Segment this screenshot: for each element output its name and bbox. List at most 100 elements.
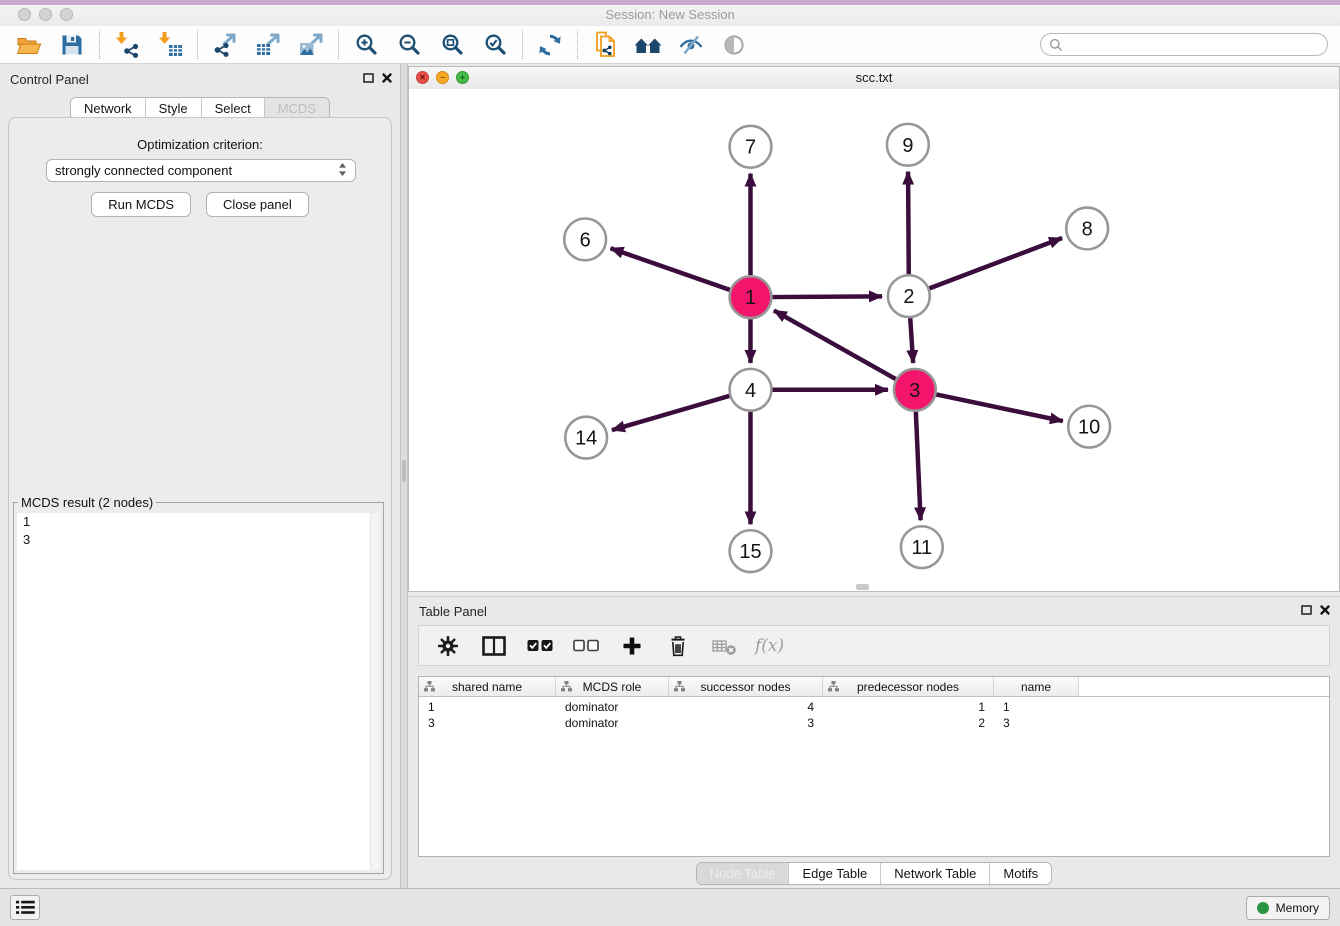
table-row[interactable]: 1dominator411	[419, 699, 1329, 715]
graph-node-label: 11	[911, 537, 932, 559]
network-window-titlebar[interactable]: ✕ − + scc.txt	[409, 67, 1339, 90]
optimization-criterion-dropdown[interactable]: strongly connected component	[46, 159, 356, 182]
graph-edge-3-1[interactable]	[774, 310, 896, 379]
save-session-icon[interactable]	[57, 30, 87, 60]
close-panel-icon[interactable]	[382, 70, 392, 88]
tab-network-table[interactable]: Network Table	[880, 863, 989, 884]
graph-node-label: 14	[575, 428, 597, 450]
table-panel-title: Table Panel	[419, 604, 487, 619]
graph-node-label: 6	[580, 229, 591, 251]
show-all-icon	[719, 30, 749, 60]
graph-edge-2-8[interactable]	[929, 238, 1062, 288]
search-input[interactable]	[1040, 33, 1328, 56]
table-cell: 1	[994, 700, 1079, 714]
dropdown-stepper-icon	[338, 162, 347, 180]
task-history-button[interactable]	[10, 895, 40, 920]
create-column-icon[interactable]	[617, 631, 647, 661]
graph-node-label: 8	[1082, 218, 1093, 240]
export-network-icon[interactable]	[210, 30, 240, 60]
panel-divider[interactable]	[400, 64, 408, 888]
column-header-name[interactable]: name	[994, 677, 1079, 696]
network-zoom-button[interactable]: +	[456, 71, 469, 84]
refresh-view-icon[interactable]	[535, 30, 565, 60]
titlebar-accent	[0, 0, 1340, 5]
column-header-predecessor-nodes[interactable]: predecessor nodes	[823, 677, 994, 696]
main-toolbar	[0, 26, 1340, 64]
new-network-from-selection-icon[interactable]	[590, 30, 620, 60]
fit-content-icon[interactable]	[437, 30, 467, 60]
result-scrollbar[interactable]	[370, 513, 380, 870]
table-cell: 1	[823, 700, 994, 714]
float-panel-icon[interactable]	[363, 70, 374, 88]
close-panel-button[interactable]: Close panel	[206, 192, 309, 217]
import-table-icon[interactable]	[155, 30, 185, 60]
table-row[interactable]: 3dominator323	[419, 715, 1329, 731]
graph-node-label: 1	[745, 287, 756, 309]
memory-button[interactable]: Memory	[1246, 896, 1330, 920]
control-panel-title: Control Panel	[10, 72, 89, 87]
graph-edge-1-6[interactable]	[611, 248, 730, 290]
column-header-label: name	[1021, 680, 1051, 694]
network-minimize-button[interactable]: −	[436, 71, 449, 84]
mcds-result-textarea[interactable]: 1 3	[17, 513, 380, 870]
table-panel-header: Table Panel	[419, 601, 1330, 621]
column-type-icon	[674, 681, 685, 692]
table-cell: 1	[419, 700, 556, 714]
zoom-selected-icon[interactable]	[480, 30, 510, 60]
graph-edge-2-9[interactable]	[908, 172, 909, 275]
first-neighbors-icon[interactable]	[633, 30, 663, 60]
mcds-result-group: MCDS result (2 nodes) 1 3	[13, 495, 384, 874]
divider-handle[interactable]	[402, 460, 406, 482]
graph-edge-2-3[interactable]	[910, 318, 913, 363]
network-window: ✕ − + scc.txt 7968124314101511	[408, 66, 1340, 592]
graph-svg: 7968124314101511	[409, 89, 1339, 591]
close-panel-icon[interactable]	[1320, 602, 1330, 620]
network-close-button[interactable]: ✕	[416, 71, 429, 84]
tab-network[interactable]: Network	[71, 98, 145, 119]
tab-style[interactable]: Style	[145, 98, 201, 119]
run-mcds-button[interactable]: Run MCDS	[91, 192, 191, 217]
table-cell: 3	[419, 716, 556, 730]
network-title: scc.txt	[409, 67, 1339, 88]
zoom-out-icon[interactable]	[394, 30, 424, 60]
node-table: shared name MCDS role successor nodes prede…	[418, 676, 1330, 857]
network-canvas[interactable]: 7968124314101511	[409, 89, 1339, 591]
graph-edge-3-10[interactable]	[936, 394, 1063, 421]
hide-selected-icon[interactable]	[676, 30, 706, 60]
select-all-columns-icon[interactable]	[525, 631, 555, 661]
column-header-label: predecessor nodes	[857, 680, 959, 694]
column-header-shared-name[interactable]: shared name	[419, 677, 556, 696]
open-folder-icon[interactable]	[14, 30, 44, 60]
tab-node-table[interactable]: Node Table	[697, 863, 789, 884]
graph-edge-3-11[interactable]	[916, 412, 921, 521]
graph-edge-1-2[interactable]	[772, 296, 882, 297]
show-columns-panel-icon[interactable]	[479, 631, 509, 661]
dropdown-value: strongly connected component	[55, 163, 232, 178]
graph-node-label: 7	[745, 137, 756, 159]
column-type-icon	[828, 681, 839, 692]
column-header-label: shared name	[452, 680, 522, 694]
tab-mcds[interactable]: MCDS	[264, 98, 329, 119]
column-header-label: MCDS role	[583, 680, 642, 694]
table-settings-gear-icon[interactable]	[433, 631, 463, 661]
delete-column-trash-icon[interactable]	[663, 631, 693, 661]
column-header-MCDS-role[interactable]: MCDS role	[556, 677, 669, 696]
export-table-icon[interactable]	[253, 30, 283, 60]
function-builder-icon: f(x)	[755, 636, 784, 656]
tab-motifs[interactable]: Motifs	[989, 863, 1051, 884]
graph-edge-4-14[interactable]	[612, 396, 730, 430]
result-line: 3	[17, 531, 380, 549]
tab-edge-table[interactable]: Edge Table	[788, 863, 880, 884]
app-title: Session: New Session	[0, 7, 1340, 22]
table-header-row: shared name MCDS role successor nodes prede…	[419, 677, 1329, 697]
export-image-icon[interactable]	[296, 30, 326, 60]
import-network-icon[interactable]	[112, 30, 142, 60]
canvas-sash-handle[interactable]	[856, 584, 869, 590]
unselect-all-columns-icon[interactable]	[571, 631, 601, 661]
delete-table-icon	[709, 631, 739, 661]
memory-label: Memory	[1276, 901, 1319, 915]
column-header-successor-nodes[interactable]: successor nodes	[669, 677, 823, 696]
float-panel-icon[interactable]	[1301, 602, 1312, 620]
zoom-in-icon[interactable]	[351, 30, 381, 60]
tab-select[interactable]: Select	[201, 98, 264, 119]
